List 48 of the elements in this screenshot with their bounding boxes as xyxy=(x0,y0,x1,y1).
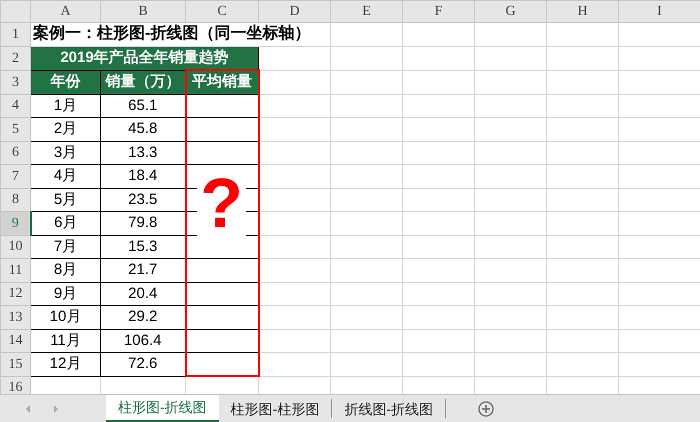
column-heading: 平均销量 xyxy=(186,70,258,94)
row-header[interactable]: 12 xyxy=(0,282,30,306)
column-header[interactable]: I xyxy=(618,0,700,22)
sheet-tab[interactable]: 折线图-折线图 xyxy=(332,399,446,418)
sheet-tab[interactable]: 柱形图-折线图 xyxy=(106,395,219,422)
row-header[interactable]: 9 xyxy=(0,212,30,235)
add-sheet-icon[interactable] xyxy=(478,400,494,416)
row-header[interactable]: 5 xyxy=(0,118,30,141)
row-header[interactable]: 4 xyxy=(0,94,30,118)
row-header[interactable]: 6 xyxy=(0,141,30,164)
row-header[interactable]: 10 xyxy=(0,235,30,258)
row-header[interactable]: 8 xyxy=(0,188,30,212)
row-header[interactable]: 7 xyxy=(0,164,30,188)
sheet-tab[interactable]: 柱形图-柱形图 xyxy=(218,399,332,418)
column-header[interactable]: E xyxy=(330,0,402,22)
table-cell: 6月 xyxy=(30,212,100,235)
column-header[interactable]: A xyxy=(30,0,100,22)
table-cell: 7月 xyxy=(30,235,100,258)
scroll-right-icon[interactable] xyxy=(53,404,59,414)
column-header[interactable]: B xyxy=(100,0,186,22)
row-header[interactable]: 14 xyxy=(0,329,30,352)
scroll-left-icon[interactable] xyxy=(25,404,31,414)
table-title: 2019年产品全年销量趋势 xyxy=(30,46,258,70)
row-header[interactable]: 13 xyxy=(0,306,30,329)
column-header[interactable]: D xyxy=(258,0,330,22)
column-header[interactable]: F xyxy=(402,0,474,22)
table-cell: 8月 xyxy=(30,258,100,282)
table-cell: 1月 xyxy=(30,94,100,118)
table-cell: 4月 xyxy=(30,164,100,188)
table-cell: 3月 xyxy=(30,141,100,164)
table-cell: 10月 xyxy=(30,306,100,329)
row-header[interactable]: 2 xyxy=(0,46,30,70)
table-cell: 5月 xyxy=(30,188,100,212)
row-header[interactable]: 1 xyxy=(0,22,30,46)
column-header[interactable]: G xyxy=(474,0,546,22)
column-header[interactable]: H xyxy=(546,0,618,22)
sheet-title: 案例一：柱形图-折线图（同一坐标轴） xyxy=(33,24,310,44)
row-header[interactable]: 15 xyxy=(0,352,30,376)
table-cell: 12月 xyxy=(30,352,100,376)
table-cell: 2月 xyxy=(30,118,100,141)
row-header[interactable]: 16 xyxy=(0,376,30,394)
row-header[interactable]: 3 xyxy=(0,70,30,94)
row-header[interactable]: 11 xyxy=(0,258,30,282)
table-cell: 11月 xyxy=(30,329,100,352)
column-heading: 年份 xyxy=(30,70,100,94)
column-header[interactable]: C xyxy=(186,0,258,22)
column-heading: 销量（万） xyxy=(100,70,186,94)
table-cell: 9月 xyxy=(30,282,100,306)
